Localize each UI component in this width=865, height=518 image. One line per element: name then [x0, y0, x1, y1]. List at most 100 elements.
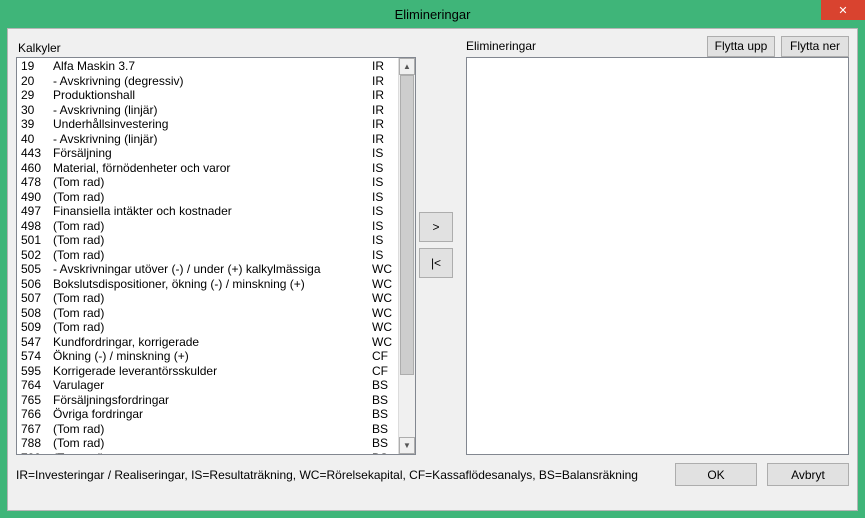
list-item[interactable]: 30 - Avskrivning (linjär)IR	[17, 103, 398, 118]
row-label: (Tom rad)	[53, 248, 372, 263]
list-item[interactable]: 508(Tom rad)WC	[17, 306, 398, 321]
row-category: CF	[372, 349, 394, 364]
list-item[interactable]: 788(Tom rad)BS	[17, 436, 398, 451]
list-item[interactable]: 505 - Avskrivningar utöver (-) / under (…	[17, 262, 398, 277]
kalkyler-listbox[interactable]: 19Alfa Maskin 3.7IR20 - Avskrivning (deg…	[16, 57, 416, 455]
list-item[interactable]: 595Korrigerade leverantörsskulderCF	[17, 364, 398, 379]
row-category: IR	[372, 117, 394, 132]
row-category: IR	[372, 88, 394, 103]
move-left-icon: |<	[431, 256, 441, 270]
row-code: 502	[21, 248, 53, 263]
right-heading: Elimineringar	[466, 39, 536, 53]
list-item[interactable]: 490(Tom rad)IS	[17, 190, 398, 205]
row-category: IS	[372, 161, 394, 176]
row-label: (Tom rad)	[53, 291, 372, 306]
scroll-down-button[interactable]: ▼	[399, 437, 415, 454]
list-item[interactable]: 501(Tom rad)IS	[17, 233, 398, 248]
row-category: IR	[372, 74, 394, 89]
list-item[interactable]: 766Övriga fordringarBS	[17, 407, 398, 422]
list-item[interactable]: 765FörsäljningsfordringarBS	[17, 393, 398, 408]
list-item[interactable]: 20 - Avskrivning (degressiv)IR	[17, 74, 398, 89]
row-code: 509	[21, 320, 53, 335]
scroll-track[interactable]	[399, 75, 415, 437]
title-bar: Elimineringar ✕	[0, 0, 865, 28]
row-label: Alfa Maskin 3.7	[53, 59, 372, 74]
row-category: BS	[372, 407, 394, 422]
row-category: IR	[372, 132, 394, 147]
move-down-button[interactable]: Flytta ner	[781, 36, 849, 57]
row-category: BS	[372, 422, 394, 437]
scroll-thumb[interactable]	[400, 75, 414, 375]
row-code: 574	[21, 349, 53, 364]
row-label: (Tom rad)	[53, 190, 372, 205]
row-code: 765	[21, 393, 53, 408]
close-button[interactable]: ✕	[821, 0, 865, 20]
list-item[interactable]: 19Alfa Maskin 3.7IR	[17, 59, 398, 74]
cancel-button[interactable]: Avbryt	[767, 463, 849, 486]
move-up-button[interactable]: Flytta upp	[707, 36, 775, 57]
cancel-label: Avbryt	[791, 468, 825, 482]
list-item[interactable]: 506Bokslutsdispositioner, ökning (-) / m…	[17, 277, 398, 292]
list-item[interactable]: 443FörsäljningIS	[17, 146, 398, 161]
row-label: - Avskrivningar utöver (-) / under (+) k…	[53, 262, 372, 277]
list-item[interactable]: 497Finansiella intäkter och kostnaderIS	[17, 204, 398, 219]
row-category: IS	[372, 219, 394, 234]
row-code: 764	[21, 378, 53, 393]
row-label: - Avskrivning (linjär)	[53, 132, 372, 147]
row-category: IS	[372, 233, 394, 248]
row-code: 505	[21, 262, 53, 277]
vertical-scrollbar[interactable]: ▲ ▼	[398, 58, 415, 454]
move-right-button[interactable]: >	[419, 212, 453, 242]
close-icon: ✕	[838, 4, 847, 17]
list-item[interactable]: 502(Tom rad)IS	[17, 248, 398, 263]
row-label: (Tom rad)	[53, 422, 372, 437]
scroll-up-button[interactable]: ▲	[399, 58, 415, 75]
row-code: 497	[21, 204, 53, 219]
row-label: Varulager	[53, 378, 372, 393]
row-label: (Tom rad)	[53, 320, 372, 335]
row-label: Underhållsinvestering	[53, 117, 372, 132]
row-category: CF	[372, 364, 394, 379]
row-code: 478	[21, 175, 53, 190]
list-item[interactable]: 40 - Avskrivning (linjär)IR	[17, 132, 398, 147]
row-category: BS	[372, 378, 394, 393]
list-item[interactable]: 547Kundfordringar, korrigeradeWC	[17, 335, 398, 350]
row-code: 507	[21, 291, 53, 306]
row-label: (Tom rad)	[53, 436, 372, 451]
columns: Kalkyler 19Alfa Maskin 3.7IR20 - Avskriv…	[16, 35, 849, 455]
row-code: 767	[21, 422, 53, 437]
row-label: - Avskrivning (linjär)	[53, 103, 372, 118]
list-item[interactable]: 39UnderhållsinvesteringIR	[17, 117, 398, 132]
left-column: Kalkyler 19Alfa Maskin 3.7IR20 - Avskriv…	[16, 35, 416, 455]
list-item[interactable]: 460Material, förnödenheter och varorIS	[17, 161, 398, 176]
ok-button[interactable]: OK	[675, 463, 757, 486]
list-item[interactable]: 507(Tom rad)WC	[17, 291, 398, 306]
window-title: Elimineringar	[395, 7, 471, 22]
list-item[interactable]: 509(Tom rad)WC	[17, 320, 398, 335]
row-category: BS	[372, 393, 394, 408]
middle-column: > |<	[416, 35, 456, 455]
row-code: 501	[21, 233, 53, 248]
right-column: Elimineringar Flytta upp Flytta ner	[466, 35, 849, 455]
list-inner: 19Alfa Maskin 3.7IR20 - Avskrivning (deg…	[17, 58, 398, 454]
row-category: WC	[372, 320, 394, 335]
list-item[interactable]: 767(Tom rad)BS	[17, 422, 398, 437]
row-code: 20	[21, 74, 53, 89]
row-label: Ökning (-) / minskning (+)	[53, 349, 372, 364]
move-left-button[interactable]: |<	[419, 248, 453, 278]
list-item[interactable]: 764VarulagerBS	[17, 378, 398, 393]
row-code: 498	[21, 219, 53, 234]
row-code: 506	[21, 277, 53, 292]
list-item[interactable]: 498(Tom rad)IS	[17, 219, 398, 234]
row-label: Produktionshall	[53, 88, 372, 103]
ok-label: OK	[707, 468, 724, 482]
list-item[interactable]: 478(Tom rad)IS	[17, 175, 398, 190]
list-item[interactable]: 789(Tom rad)BS	[17, 451, 398, 455]
list-item[interactable]: 29ProduktionshallIR	[17, 88, 398, 103]
list-item[interactable]: 574Ökning (-) / minskning (+)CF	[17, 349, 398, 364]
row-category: WC	[372, 277, 394, 292]
row-code: 29	[21, 88, 53, 103]
elimineringar-listbox[interactable]	[466, 57, 849, 455]
row-label: (Tom rad)	[53, 175, 372, 190]
dialog-window: Elimineringar ✕ Kalkyler 19Alfa Maskin 3…	[0, 0, 865, 518]
